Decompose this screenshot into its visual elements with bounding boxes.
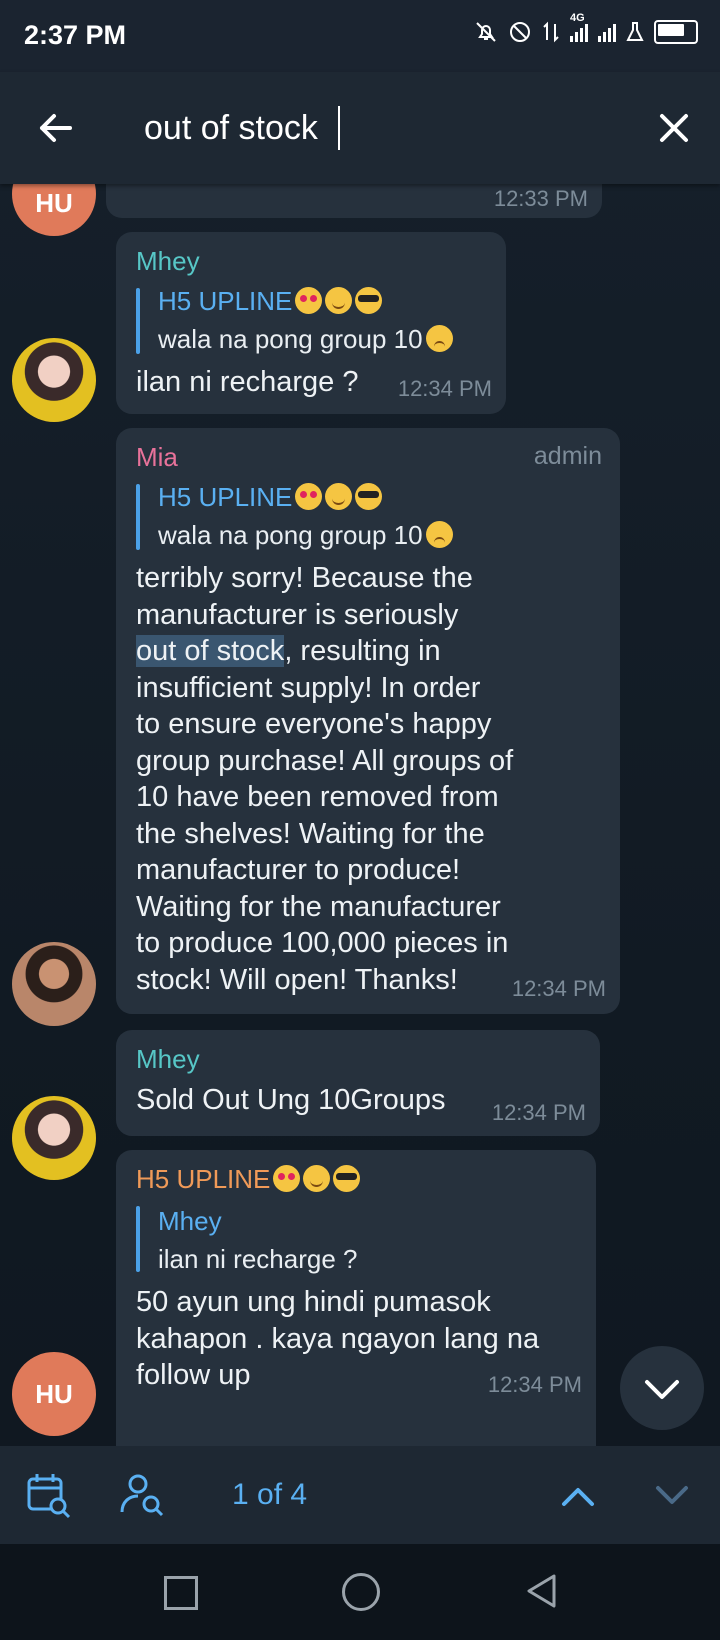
sender-name: Mhey xyxy=(136,246,200,276)
heart-eyes-emoji-icon xyxy=(273,1165,301,1192)
message-bubble[interactable]: Mia admin H5 UPLINE wala na pong group 1… xyxy=(116,428,620,1014)
home-icon[interactable] xyxy=(342,1573,380,1611)
heart-eyes-emoji-icon xyxy=(295,287,323,314)
message-time: 12:34 PM xyxy=(511,976,606,1001)
calendar-search-icon[interactable] xyxy=(24,1470,74,1520)
chevron-up-icon[interactable] xyxy=(556,1474,600,1518)
message-time: 12:34 PM xyxy=(487,1372,582,1397)
sunglasses-emoji-icon xyxy=(355,287,383,314)
avatar[interactable]: HU xyxy=(12,184,96,236)
data-transfer-icon xyxy=(543,21,559,43)
message-bubble[interactable]: Mhey Sold Out Ung 10Groups 12:34 PM xyxy=(116,1030,600,1136)
text-cursor xyxy=(338,106,340,150)
avatar-initials: HU xyxy=(35,1378,73,1409)
reply-text: wala na pong group 10 xyxy=(158,520,453,551)
status-time: 2:37 PM xyxy=(24,20,127,50)
avatar[interactable] xyxy=(12,1096,96,1180)
reply-bar xyxy=(136,484,140,550)
sunglasses-emoji-icon xyxy=(355,483,383,510)
back-arrow-icon[interactable] xyxy=(30,102,82,154)
battery-icon xyxy=(654,20,698,44)
search-highlight: out of stock xyxy=(136,635,285,667)
reply-name[interactable]: Mhey xyxy=(158,1206,222,1237)
reply-text: ilan ni recharge ? xyxy=(158,1244,358,1274)
admin-badge: admin xyxy=(533,442,602,470)
sender-name: H5 UPLINE xyxy=(136,1164,361,1195)
search-result-count: 1 of 4 xyxy=(232,1478,308,1511)
avatar-initials: HU xyxy=(35,187,73,218)
sender-name: Mia xyxy=(136,442,178,472)
avatar[interactable] xyxy=(12,338,96,422)
signal-4g-icon: 4G xyxy=(570,12,588,42)
sad-emoji-icon xyxy=(425,521,453,548)
scroll-down-icon xyxy=(645,1380,679,1399)
reply-bar xyxy=(136,1206,140,1272)
close-icon[interactable] xyxy=(648,102,700,154)
sad-emoji-icon xyxy=(425,325,453,352)
message-time: 12:34 PM xyxy=(397,376,492,401)
sender-name: Mhey xyxy=(136,1044,200,1074)
smile-emoji-icon xyxy=(325,483,353,510)
network-label: 4G xyxy=(570,12,585,24)
heart-eyes-emoji-icon xyxy=(295,483,323,510)
search-header xyxy=(0,72,720,184)
signal-icon xyxy=(598,22,616,42)
message-time: 12:34 PM xyxy=(491,1100,586,1125)
message-bubble[interactable]: H5 UPLINE Mhey ilan ni recharge ? 50 ayu… xyxy=(116,1150,596,1446)
reply-bar xyxy=(136,288,140,354)
smile-emoji-icon xyxy=(325,287,353,314)
nav-back-icon[interactable] xyxy=(524,1572,558,1610)
reply-text: wala na pong group 10 xyxy=(158,324,453,355)
message-text: ilan ni recharge ? xyxy=(136,366,359,398)
mute-bell-icon xyxy=(476,22,496,42)
message-bubble[interactable]: 12:33 PM xyxy=(106,184,602,218)
message-bubble[interactable]: Mhey H5 UPLINE wala na pong group 10 ila… xyxy=(116,232,506,414)
block-icon xyxy=(510,22,530,42)
user-search-icon[interactable] xyxy=(118,1470,168,1520)
sunglasses-emoji-icon xyxy=(333,1165,361,1192)
reply-name[interactable]: H5 UPLINE xyxy=(158,286,383,317)
status-icons: 4G xyxy=(474,12,698,44)
avatar[interactable]: HU xyxy=(12,1352,96,1436)
system-nav-bar xyxy=(0,1544,720,1640)
search-input[interactable] xyxy=(144,100,564,156)
flask-icon xyxy=(626,22,644,41)
avatar[interactable] xyxy=(12,942,96,1026)
smile-emoji-icon xyxy=(303,1165,331,1192)
message-list[interactable]: HU 12:33 PM Mhey H5 UPLINE wala na pong … xyxy=(0,184,720,1446)
recent-apps-icon[interactable] xyxy=(164,1576,198,1610)
reply-name[interactable]: H5 UPLINE xyxy=(158,482,383,513)
scroll-down-button[interactable] xyxy=(620,1346,704,1430)
search-results-bar: 1 of 4 xyxy=(0,1446,720,1544)
chevron-down-icon[interactable] xyxy=(650,1474,694,1518)
message-time: 12:33 PM xyxy=(493,186,588,211)
message-text: terribly sorry! Because the manufacturer… xyxy=(136,562,514,996)
message-text: Sold Out Ung 10Groups xyxy=(136,1084,446,1116)
status-bar: 2:37 PM 4G xyxy=(0,0,720,72)
